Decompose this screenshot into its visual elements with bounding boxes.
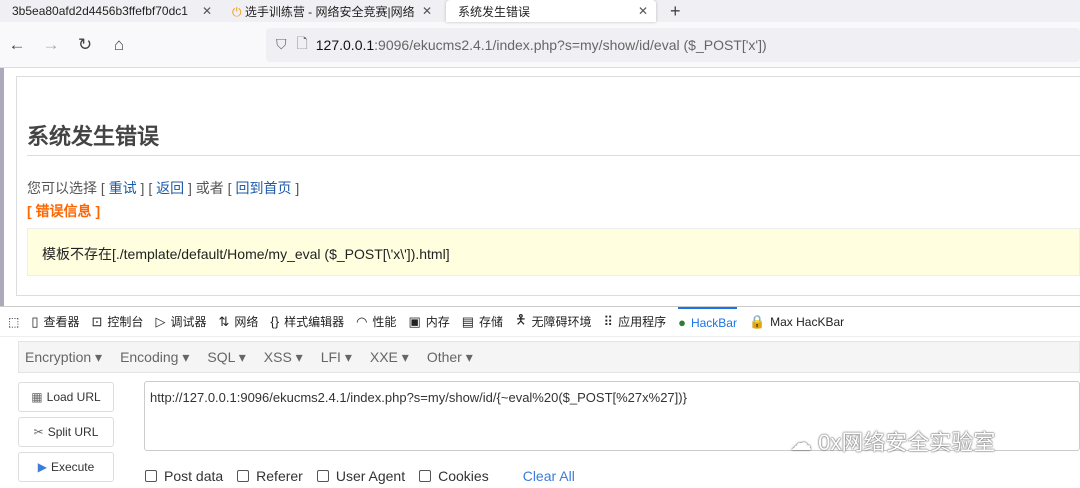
menu-other[interactable]: Other ▾ — [427, 349, 473, 366]
gauge-icon: ◠ — [356, 313, 368, 329]
hackbar-icon: ● — [678, 315, 686, 330]
tab-3[interactable]: 系统发生错误 ✕ — [446, 0, 656, 22]
picker-icon[interactable]: ⬚ — [8, 307, 19, 337]
devtools-tabs: ⬚ ▯ 查看器 ⊡ 控制台 ▷ 调试器 ⇅ 网络 {} 样式编辑器 ◠ 性能 ▣ 内存 ▤ 存储… — [0, 306, 1080, 337]
address-bar[interactable]: ⛉ 🗋 127.0.0.1:9096/ekucms2.4.1/index.php… — [266, 27, 1080, 62]
split-url-button[interactable]: ✂ Split URL — [18, 417, 114, 447]
tab-performance[interactable]: ◠ 性能 — [356, 307, 396, 337]
load-url-button[interactable]: ▦ Load URL — [18, 382, 114, 412]
tab-storage[interactable]: ▤ 存储 — [462, 307, 503, 337]
nav-bar: ← → ↻ ⌂ ⛉ 🗋 127.0.0.1:9096/ekucms2.4.1/i… — [0, 22, 1080, 68]
lock-icon: 🔒 — [748, 313, 766, 329]
tab-strip: 3b5ea80afd2d4456b3ffefbf70dc1 ✕ ⏻ 选手训练营 -… — [0, 0, 1080, 22]
page-title: 系统发生错误 — [27, 124, 160, 149]
tab-max-hackbar[interactable]: 🔒 Max HacKBar — [749, 307, 844, 337]
cookies-checkbox[interactable]: Cookies — [419, 468, 489, 484]
network-icon: ⇅ — [218, 313, 230, 329]
close-icon[interactable]: ✕ — [638, 4, 648, 18]
divider — [27, 155, 1080, 156]
shield-icon: ⛉ — [276, 36, 287, 52]
home-icon[interactable]: ⌂ — [102, 35, 136, 55]
tab-2[interactable]: ⏻ 选手训练营 - 网络安全竞赛|网络 ✕ — [220, 0, 440, 22]
grid-icon: ⠿ — [603, 313, 614, 329]
post-data-checkbox[interactable]: Post data — [145, 468, 223, 484]
clear-all-link[interactable]: Clear All — [523, 468, 575, 484]
watermark: ☁ 0x网络安全实验室 — [790, 430, 996, 455]
error-message: 模板不存在[./template/default/Home/my_eval ($… — [27, 228, 1080, 276]
debugger-icon: ▷ — [155, 313, 166, 329]
tab-1[interactable]: 3b5ea80afd2d4456b3ffefbf70dc1 ✕ — [0, 0, 220, 22]
wechat-icon: ☁ — [790, 430, 819, 455]
menu-xss[interactable]: XSS ▾ — [264, 349, 303, 366]
back-icon[interactable]: ← — [0, 35, 34, 55]
tab-style-editor[interactable]: {} 样式编辑器 — [270, 307, 344, 337]
accessibility-icon: 🯅 — [515, 311, 527, 327]
referer-checkbox[interactable]: Referer — [237, 468, 303, 484]
hackbar-actions: ▦ Load URL ✂ Split URL ▶ Execute — [18, 382, 114, 487]
left-edge — [0, 68, 4, 308]
close-icon[interactable]: ✕ — [422, 4, 432, 18]
menu-lfi[interactable]: LFI ▾ — [321, 349, 352, 366]
tab-console[interactable]: ⊡ 控制台 — [92, 307, 144, 337]
menu-sql[interactable]: SQL ▾ — [207, 349, 245, 366]
scissors-icon: ✂ — [33, 425, 44, 439]
inspector-icon: ▯ — [31, 313, 39, 329]
devtools-panel: ⬚ ▯ 查看器 ⊡ 控制台 ▷ 调试器 ⇅ 网络 {} 样式编辑器 ◠ 性能 ▣ 内存 ▤ 存储… — [0, 306, 1080, 488]
load-icon: ▦ — [31, 390, 43, 404]
user-agent-checkbox[interactable]: User Agent — [316, 468, 405, 484]
choice-line: 您可以选择 [ 重试 ] [ 返回 ] 或者 [ 回到首页 ] — [27, 180, 300, 196]
retry-link[interactable]: 重试 — [109, 180, 137, 196]
tab-hackbar[interactable]: ● HackBar — [678, 306, 737, 337]
tab-application[interactable]: ⠿ 应用程序 — [604, 307, 667, 337]
storage-icon: ▤ — [461, 313, 475, 329]
page-icon: 🗋 — [296, 34, 308, 51]
tab-inspector[interactable]: ▯ 查看器 — [31, 307, 79, 337]
execute-button[interactable]: ▶ Execute — [18, 452, 114, 482]
error-label: [ 错误信息 ] — [27, 203, 101, 219]
braces-icon: {} — [270, 314, 280, 329]
tab-memory[interactable]: ▣ 内存 — [408, 307, 449, 337]
play-icon: ▶ — [37, 460, 47, 474]
close-icon[interactable]: ✕ — [202, 4, 212, 18]
menu-xxe[interactable]: XXE ▾ — [370, 349, 409, 366]
tab-debugger[interactable]: ▷ 调试器 — [155, 307, 206, 337]
menu-encoding[interactable]: Encoding ▾ — [120, 349, 189, 366]
tab-network[interactable]: ⇅ 网络 — [218, 307, 258, 337]
forward-icon[interactable]: → — [34, 35, 68, 55]
new-tab-button[interactable]: + — [656, 0, 695, 22]
home-link[interactable]: 回到首页 — [235, 180, 291, 196]
chip-icon: ▣ — [408, 313, 421, 329]
reload-icon[interactable]: ↻ — [68, 35, 102, 55]
site-icon: ⏻ — [232, 4, 245, 19]
tab-accessibility[interactable]: 🯅 无障碍环境 — [515, 307, 591, 337]
hackbar-options: Post data Referer User Agent Cookies Cle… — [145, 468, 575, 484]
back-link[interactable]: 返回 — [156, 180, 184, 196]
hackbar-menu: Encryption ▾ Encoding ▾ SQL ▾ XSS ▾ LFI … — [18, 341, 1080, 373]
menu-encryption[interactable]: Encryption ▾ — [25, 349, 102, 366]
error-page: 系统发生错误 您可以选择 [ 重试 ] [ 返回 ] 或者 [ 回到首页 ] [… — [16, 76, 1080, 296]
console-icon: ⊡ — [91, 313, 103, 329]
